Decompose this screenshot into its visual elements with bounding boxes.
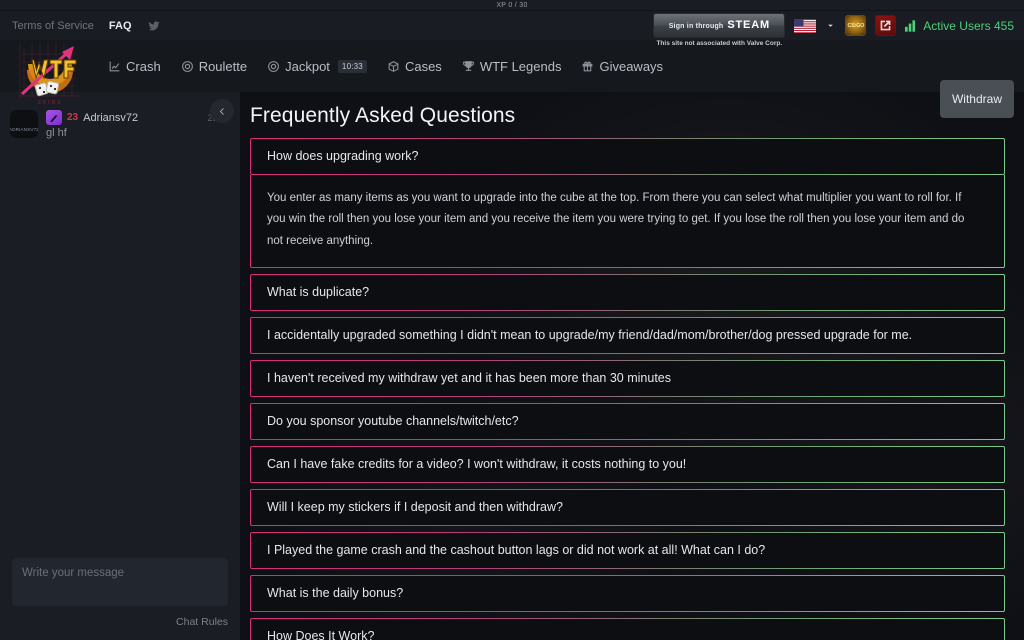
faq-question-text: I haven't received my withdraw yet and i… [267, 370, 671, 385]
faq-question-text: What is the daily bonus? [267, 585, 404, 600]
xp-label: XP 0 / 30 [496, 2, 528, 9]
faq-question-item[interactable]: I Played the game crash and the cashout … [250, 532, 1005, 569]
main-navigation: Crash Roulette Jackpot 10:33 Cases WTF L… [108, 40, 663, 92]
avatar[interactable]: ADRIANSV72 [10, 110, 38, 138]
nav-label-wtf-legends: WTF Legends [479, 58, 562, 74]
faq-question-text: Can I have fake credits for a video? I w… [267, 456, 687, 471]
withdraw-button[interactable]: Withdraw [940, 80, 1014, 118]
faq-question-item[interactable]: What is duplicate? [250, 274, 1005, 311]
site-logo[interactable]: SKINS [8, 30, 92, 114]
nav-item-wtf-legends[interactable]: WTF Legends [462, 58, 562, 74]
avatar-label: ADRIANSV72 [10, 126, 38, 132]
top-utility-bar: Terms of Service FAQ Sign in through STE… [0, 11, 1024, 47]
nav-label-crash: Crash [126, 58, 161, 74]
trophy-icon [462, 60, 474, 71]
main-header: SKINS Crash Roulette Jackpot 10:33 Cases… [0, 40, 1024, 118]
steam-signin-button[interactable]: Sign in through STEAM This site not asso… [653, 13, 786, 47]
faq-question-text: Will I keep my stickers if I deposit and… [267, 499, 563, 514]
twitter-icon[interactable] [147, 20, 161, 32]
faq-question-item[interactable]: Do you sponsor youtube channels/twitch/e… [250, 403, 1005, 440]
target-icon [181, 60, 193, 72]
nav-label-roulette: Roulette [198, 58, 248, 74]
gift-icon [583, 61, 593, 71]
faq-link[interactable]: FAQ [109, 20, 132, 32]
svg-text:SKINS: SKINS [37, 100, 62, 106]
faq-question-item[interactable]: Can I have fake credits for a video? I w… [250, 446, 1005, 483]
dota2-icon [880, 20, 891, 31]
chevron-left-icon [219, 107, 224, 115]
faq-question-item[interactable]: Will I keep my stickers if I deposit and… [250, 489, 1005, 526]
xp-progress-bar: XP 0 / 30 [0, 0, 1024, 11]
terms-of-service-link[interactable]: Terms of Service [12, 20, 94, 32]
chat-sidebar: ADRIANSV7223Adriansv7223:40gl hf Chat Ru… [0, 92, 240, 640]
game-filter-dota2[interactable] [875, 15, 897, 36]
us-flag-icon[interactable] [794, 18, 817, 33]
steam-disclaimer: This site not associated with Valve Corp… [656, 40, 783, 47]
chat-rules-link[interactable]: Chat Rules [176, 616, 228, 628]
main-content: Frequently Asked Questions How does upgr… [240, 92, 1024, 640]
page-title: Frequently Asked Questions [250, 104, 516, 127]
chat-message-input[interactable] [12, 558, 228, 606]
active-users-label: Active Users 455 [923, 18, 1014, 33]
nav-item-jackpot[interactable]: Jackpot 10:33 [267, 59, 367, 74]
nav-item-roulette[interactable]: Roulette [181, 59, 247, 74]
faq-question-item[interactable]: I accidentally upgraded something I didn… [250, 317, 1005, 354]
topbar-right-controls: Sign in through STEAM This site not asso… [653, 13, 1024, 47]
nav-item-crash[interactable]: Crash [108, 59, 161, 74]
faq-question-item[interactable]: I haven't received my withdraw yet and i… [250, 360, 1005, 397]
chat-message-body: 23Adriansv7223:40gl hf [38, 110, 230, 139]
steam-prefix-label: Sign in through [668, 23, 724, 30]
nav-label-cases: Cases [404, 58, 442, 74]
nav-label-giveaways: Giveaways [599, 58, 664, 74]
chat-input-wrapper [12, 558, 228, 606]
faq-question-item[interactable]: How does upgrading work? [250, 138, 1005, 175]
target-icon [268, 60, 280, 72]
faq-question-text: I accidentally upgraded something I didn… [267, 327, 913, 342]
faq-accordion-list: How does upgrading work? You enter as man… [240, 138, 1024, 640]
chat-message-list: ADRIANSV7223Adriansv7223:40gl hf [0, 92, 240, 548]
faq-question-text: What is duplicate? [267, 284, 370, 299]
jackpot-timer-badge: 10:33 [337, 59, 367, 73]
faq-question-text: How Does It Work? [267, 628, 375, 640]
nav-label-jackpot: Jackpot [285, 58, 330, 74]
chat-message-text: gl hf [46, 127, 67, 139]
faq-question-item[interactable]: What is the daily bonus? [250, 575, 1005, 612]
topbar-left-links: Terms of Service FAQ [0, 20, 161, 32]
chevron-down-icon[interactable] [825, 20, 836, 31]
box-icon [388, 60, 399, 72]
nav-item-giveaways[interactable]: Giveaways [581, 59, 663, 74]
faq-question-text: I Played the game crash and the cashout … [267, 542, 766, 557]
faq-answer-panel: You enter as many items as you want to u… [250, 175, 1005, 268]
csgo-icon-label: CS:GO [847, 22, 865, 29]
faq-question-text: How does upgrading work? [267, 149, 419, 163]
game-filter-csgo[interactable]: CS:GO [845, 15, 867, 36]
line-chart-icon [109, 61, 120, 71]
nav-item-cases[interactable]: Cases [387, 59, 442, 74]
faq-question-text: Do you sponsor youtube channels/twitch/e… [267, 413, 519, 428]
steam-button-row: Sign in through STEAM [669, 20, 770, 31]
faq-question-item[interactable]: How Does It Work? [250, 618, 1005, 640]
steam-wordmark: STEAM [727, 19, 770, 31]
chart-bars-icon [905, 19, 916, 32]
collapse-chat-button[interactable] [210, 99, 234, 123]
active-users-indicator[interactable]: Active Users 455 [905, 19, 1014, 33]
